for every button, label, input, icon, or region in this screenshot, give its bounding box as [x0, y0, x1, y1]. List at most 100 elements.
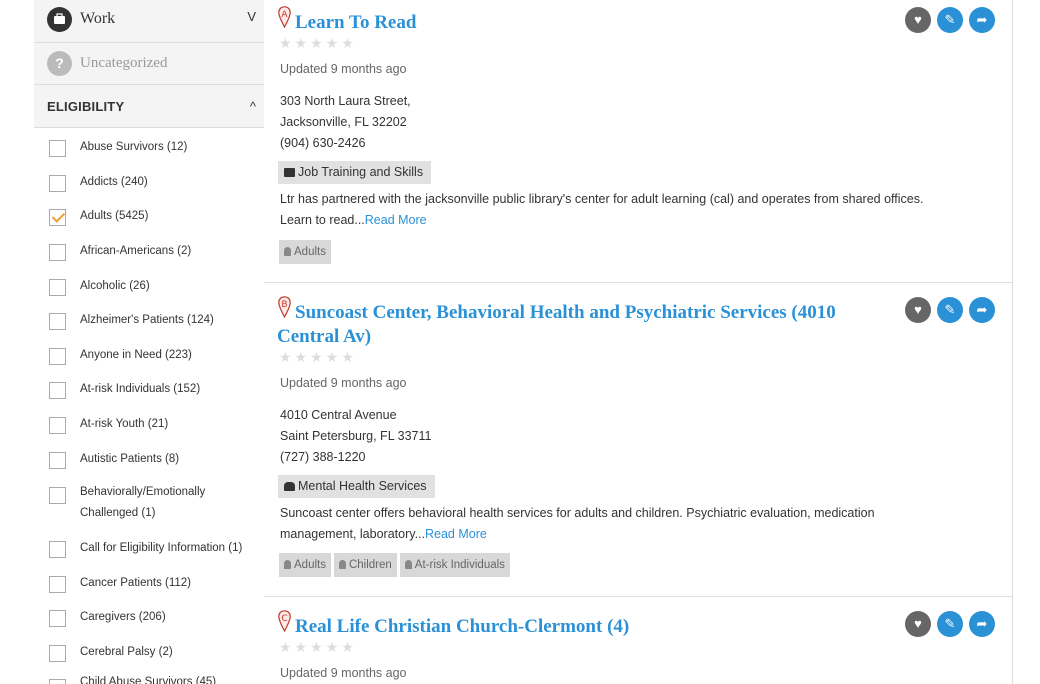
result-card: B Suncoast Center, Behavioral Health and… — [264, 283, 1013, 597]
result-title-link[interactable]: Real Life Christian Church-Clermont (4) — [277, 615, 887, 639]
eligibility-tag[interactable]: Adults — [279, 553, 331, 577]
eligibility-tag-label: Adults — [294, 246, 326, 258]
option-label: African-Americans (2) — [80, 245, 192, 257]
checkbox[interactable] — [49, 175, 66, 192]
option-label: Alcoholic (26) — [80, 280, 150, 292]
eligibility-tag[interactable]: Children — [333, 553, 397, 577]
address: 303 North Laura Street, Jacksonville, FL… — [280, 91, 411, 154]
checkbox[interactable] — [49, 576, 66, 593]
briefcase-icon — [47, 7, 72, 32]
checkbox[interactable] — [49, 279, 66, 296]
share-icon[interactable]: ➦ — [969, 611, 995, 637]
category-tag[interactable]: Mental Health Services — [278, 475, 435, 498]
read-more-link[interactable]: Read More — [425, 527, 487, 541]
option-label: Adults (5425) — [80, 210, 149, 222]
address-line1: 4010 Central Avenue — [280, 408, 397, 422]
address-line1: 303 North Laura Street, — [280, 94, 411, 108]
category-tag[interactable]: Job Training and Skills — [278, 161, 432, 184]
eligibility-title: ELIGIBILITY — [47, 99, 125, 114]
eligibility-tag-label: Adults — [294, 559, 326, 571]
updated-text: Updated 9 months ago — [280, 666, 407, 680]
description-text: Suncoast center offers behavioral health… — [280, 506, 875, 541]
result-title[interactable]: Suncoast Center, Behavioral Health and P… — [277, 302, 836, 347]
rating-stars[interactable]: ★★★★★ — [279, 35, 357, 52]
person-icon — [284, 247, 291, 256]
eligibility-header[interactable]: ELIGIBILITY ^ — [34, 85, 264, 128]
eligibility-tag[interactable]: Adults — [279, 240, 331, 264]
eligibility-tags: Adults — [279, 240, 334, 264]
rating-stars[interactable]: ★★★★★ — [279, 639, 357, 656]
card-actions: ♥ ✎ ➦ — [905, 611, 1005, 637]
eligibility-tags: Adults Children At-risk Individuals — [279, 553, 513, 577]
option-label: At-risk Individuals (152) — [80, 383, 201, 395]
chevron-down-icon[interactable]: V — [247, 9, 256, 24]
filter-sidebar: Work V ? Uncategorized ELIGIBILITY ^ Abu… — [34, 0, 265, 684]
address-line2: Jacksonville, FL 32202 — [280, 115, 407, 129]
checkbox[interactable] — [49, 382, 66, 399]
checkbox[interactable] — [49, 487, 66, 504]
briefcase-icon — [284, 168, 295, 177]
option-label: At-risk Youth (21) — [80, 418, 169, 430]
person-icon — [338, 560, 346, 569]
card-actions: ♥ ✎ ➦ — [905, 297, 1005, 323]
edit-pencil-icon[interactable]: ✎ — [937, 611, 963, 637]
person-icon — [284, 560, 291, 569]
rating-stars[interactable]: ★★★★★ — [279, 349, 357, 366]
option-label: Cerebral Palsy (2) — [80, 646, 173, 658]
option-label: Autistic Patients (8) — [80, 453, 180, 465]
card-actions: ♥ ✎ ➦ — [905, 7, 1005, 33]
category-tag-label: Mental Health Services — [298, 479, 427, 493]
share-icon[interactable]: ➦ — [969, 297, 995, 323]
result-title-link[interactable]: Learn To Read — [277, 11, 887, 35]
read-more-link[interactable]: Read More — [365, 213, 427, 227]
eligibility-tag-label: At-risk Individuals — [414, 559, 505, 571]
result-card: A Learn To Read ★★★★★ Updated 9 months a… — [264, 0, 1013, 283]
address: 4010 Central Avenue Saint Petersburg, FL… — [280, 405, 431, 468]
edit-pencil-icon[interactable]: ✎ — [937, 297, 963, 323]
checkbox[interactable] — [49, 541, 66, 558]
option-label: Child Abuse Survivors (45) — [80, 676, 217, 684]
result-title[interactable]: Real Life Christian Church-Clermont (4) — [295, 616, 629, 637]
checkbox-checked[interactable] — [49, 209, 66, 226]
category-work-label: Work — [80, 10, 116, 27]
favorite-heart-icon[interactable]: ♥ — [905, 297, 931, 323]
chevron-up-icon[interactable]: ^ — [250, 99, 256, 114]
checkbox[interactable] — [49, 679, 66, 684]
option-label: Behaviorally/Emotionally Challenged (1) — [80, 486, 206, 519]
address-line2: Saint Petersburg, FL 33711 — [280, 429, 432, 443]
result-card: C Real Life Christian Church-Clermont (4… — [264, 597, 1013, 684]
result-title[interactable]: Learn To Read — [295, 12, 416, 33]
person-icon — [404, 560, 412, 569]
category-uncategorized[interactable]: ? Uncategorized — [34, 43, 264, 85]
checkbox[interactable] — [49, 140, 66, 157]
favorite-heart-icon[interactable]: ♥ — [905, 7, 931, 33]
result-title-link[interactable]: Suncoast Center, Behavioral Health and P… — [277, 301, 887, 349]
option-label: Alzheimer's Patients (124) — [80, 314, 214, 326]
option-label: Cancer Patients (112) — [80, 577, 192, 589]
eligibility-tag-label: Children — [348, 559, 392, 571]
phone-number: (904) 630-2426 — [280, 136, 366, 150]
description: Suncoast center offers behavioral health… — [280, 503, 950, 545]
question-icon: ? — [47, 51, 72, 76]
checkbox[interactable] — [49, 645, 66, 662]
category-tag-label: Job Training and Skills — [298, 165, 424, 179]
favorite-heart-icon[interactable]: ♥ — [905, 611, 931, 637]
checkbox[interactable] — [49, 452, 66, 469]
option-label: Caregivers (206) — [80, 611, 166, 623]
category-work[interactable]: Work V — [34, 0, 264, 43]
edit-pencil-icon[interactable]: ✎ — [937, 7, 963, 33]
option-label: Anyone in Need (223) — [80, 349, 192, 361]
option-label: Call for Eligibility Information (1) — [80, 542, 243, 554]
checkbox[interactable] — [49, 417, 66, 434]
checkbox[interactable] — [49, 348, 66, 365]
checkbox[interactable] — [49, 313, 66, 330]
checkbox[interactable] — [49, 610, 66, 627]
category-uncategorized-label: Uncategorized — [80, 55, 168, 71]
share-icon[interactable]: ➦ — [969, 7, 995, 33]
updated-text: Updated 9 months ago — [280, 376, 407, 390]
option-label: Addicts (240) — [80, 176, 148, 188]
eligibility-tag[interactable]: At-risk Individuals — [399, 553, 510, 577]
updated-text: Updated 9 months ago — [280, 62, 407, 76]
doctor-icon — [284, 482, 295, 491]
checkbox[interactable] — [49, 244, 66, 261]
